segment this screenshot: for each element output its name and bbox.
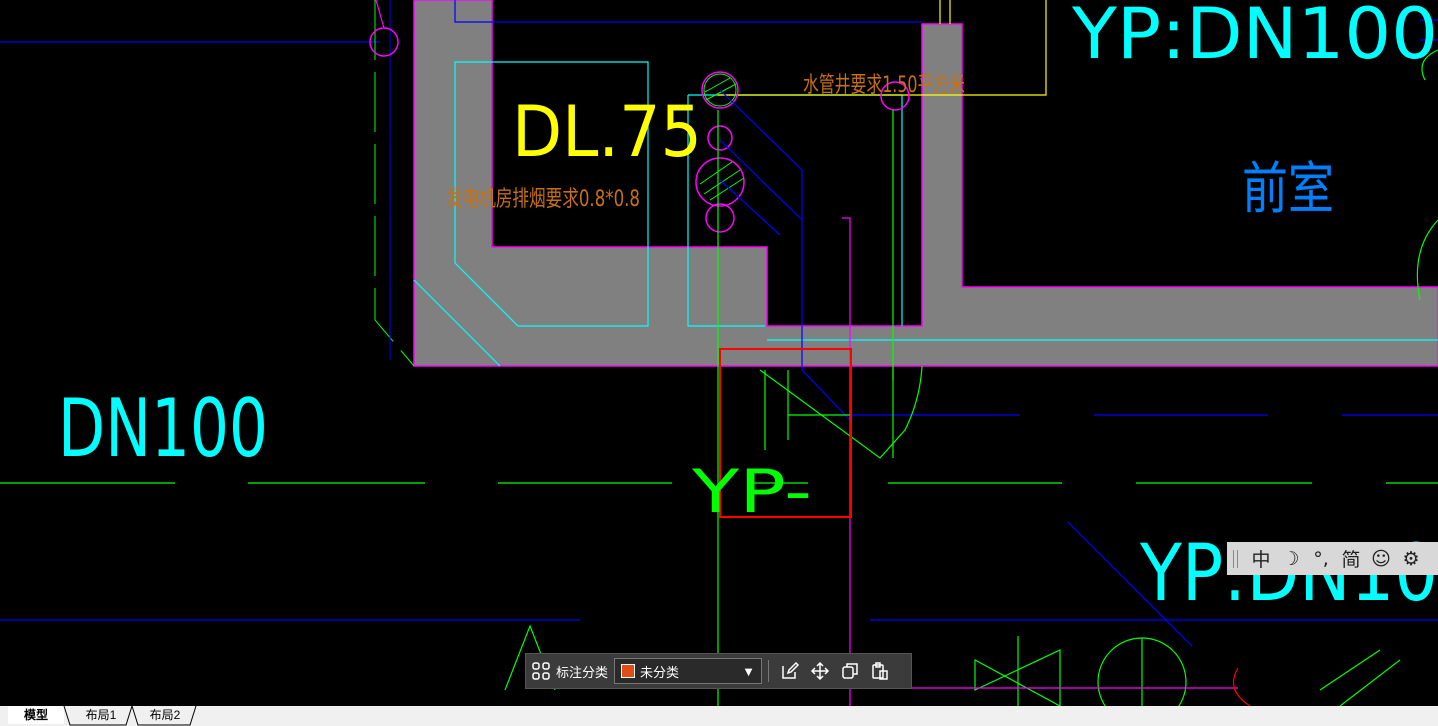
text-pipe-shaft-note: 水管井要求1.50平方米 [803,73,965,98]
chevron-down-icon: ▼ [742,663,756,679]
text-dn100: DN100 [58,382,268,475]
text-smoke-note: 发电机房排烟要求0.8*0.8 [446,187,640,212]
tee-lines [764,370,850,450]
text-yp-mid: YP- [691,457,812,527]
simplified-icon[interactable]: 简 [1336,545,1366,572]
annotation-category-label: 标注分类 [556,664,609,680]
chinese-mode-icon[interactable]: 中 [1246,545,1276,572]
grid-apps-icon[interactable] [526,656,556,686]
half-width-moon-icon[interactable]: ☽ [1276,548,1306,570]
toolbar-divider [768,660,770,682]
text-dl75: DL.75 [512,91,702,173]
move-icon[interactable] [805,656,835,686]
copy-icon[interactable] [835,656,865,686]
punctuation-icon[interactable]: °, [1306,548,1336,570]
layout-tabs-bar: 模型 布局1 布局2 [0,706,1438,726]
emoji-icon[interactable]: ☺ [1366,548,1396,570]
ime-toolbar[interactable]: 中 ☽ °, 简 ☺ ⚙ [1227,542,1438,575]
text-yp-dn-top: YP:DN100 [1071,0,1438,75]
tab-layout2[interactable]: 布局2 [136,706,194,724]
ime-drag-handle[interactable] [1233,549,1238,568]
tab-layout1[interactable]: 布局1 [72,706,130,724]
annotation-toolbar: 标注分类 未分类 ▼ [525,653,912,689]
gear-icon[interactable]: ⚙ [1396,548,1426,570]
edit-icon[interactable] [775,656,805,686]
category-color-swatch [621,664,636,678]
paste-icon[interactable] [865,656,895,686]
cad-drawing-canvas[interactable]: DL.75 发电机房排烟要求0.8*0.8 水管井要求1.50平方米 前室 DN… [0,0,1438,706]
annotation-category-select[interactable]: 未分类 ▼ [614,658,763,684]
category-selected-value: 未分类 [640,664,680,680]
text-front-room: 前室 [1242,157,1334,222]
